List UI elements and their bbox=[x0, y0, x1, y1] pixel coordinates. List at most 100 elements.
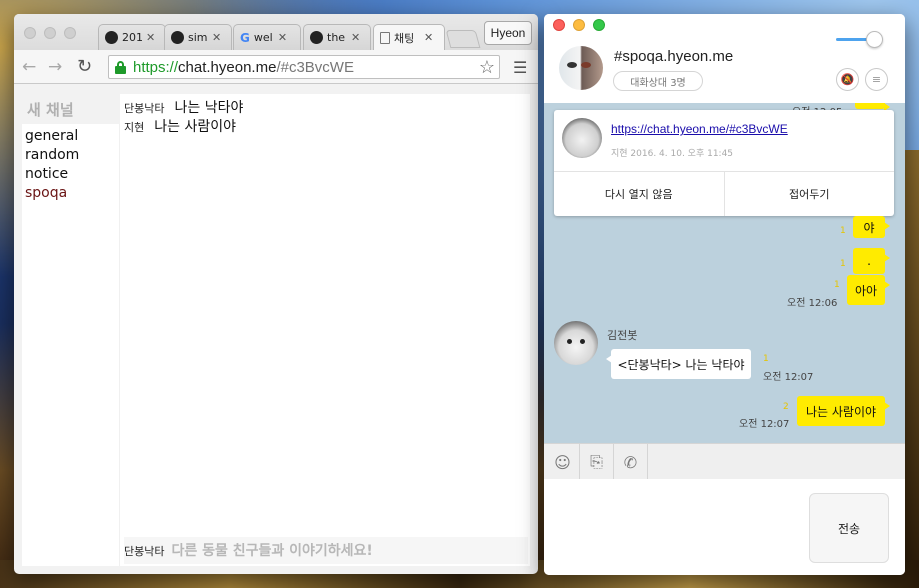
channel-item-general[interactable]: general bbox=[25, 127, 79, 146]
browser-window: 201 ✕ sim ✕ G wel ✕ the ✕ 채팅 ✕ Hyeon ← →… bbox=[14, 14, 538, 574]
google-icon: G bbox=[240, 30, 250, 45]
maximize-window-button[interactable] bbox=[64, 27, 76, 39]
chat-message-area: 오전 12:05 https://chat.hyeon.me/#c3BvcWE … bbox=[544, 103, 905, 443]
close-icon[interactable]: ✕ bbox=[424, 31, 433, 44]
chat-web-page: 새 채널 general random notice spoqa 단봉낙타 나는… bbox=[22, 94, 530, 566]
my-message-bubble: 야 bbox=[853, 216, 890, 238]
browser-tab[interactable]: 201 ✕ bbox=[98, 24, 166, 50]
sender-name: 김전봇 bbox=[607, 329, 638, 342]
document-icon bbox=[380, 31, 390, 44]
url-scheme: https:// bbox=[133, 58, 179, 76]
room-name: #spoqa.hyeon.me bbox=[614, 48, 734, 65]
github-icon bbox=[171, 31, 184, 44]
message-text: 나는 낙타야 bbox=[174, 100, 244, 116]
hamburger-menu-icon[interactable]: ☰ bbox=[513, 58, 527, 77]
my-message-bubble: 나는 사람이야 bbox=[797, 396, 890, 426]
volume-slider[interactable] bbox=[836, 31, 888, 48]
message-author: 단봉낙타 bbox=[124, 102, 165, 115]
maximize-window-button[interactable] bbox=[593, 19, 605, 31]
phone-icon[interactable]: ✆ bbox=[614, 444, 648, 480]
unread-count: 1 bbox=[840, 259, 846, 269]
dont-show-again-button[interactable]: 다시 열지 않음 bbox=[554, 172, 724, 216]
url-path: /#c3BvcWE bbox=[276, 58, 354, 76]
composer-nickname: 단봉낙타 bbox=[124, 544, 165, 558]
close-window-button[interactable] bbox=[24, 27, 36, 39]
chat-app-window: #spoqa.hyeon.me 대화상대 3명 🔕 ≡ 오전 12:05 htt… bbox=[544, 14, 905, 575]
message-input[interactable] bbox=[171, 542, 502, 559]
volume-knob[interactable] bbox=[866, 31, 883, 48]
address-bar[interactable]: https:// chat.hyeon.me /#c3BvcWE ☆ bbox=[108, 55, 500, 79]
tab-title: sim bbox=[188, 31, 208, 44]
collapse-button[interactable]: 접어두기 bbox=[723, 172, 895, 216]
message-timestamp: 오전 12:07 bbox=[763, 372, 814, 383]
message-row: 단봉낙타 나는 낙타야 bbox=[124, 97, 524, 116]
new-channel-button[interactable]: 새 채널 bbox=[22, 94, 120, 124]
other-message-bubble: <단봉낙타> 나는 낙타야 bbox=[606, 349, 751, 379]
chat-message-input[interactable] bbox=[552, 487, 802, 567]
channel-list: general random notice spoqa bbox=[25, 127, 79, 203]
channel-item-notice[interactable]: notice bbox=[25, 165, 79, 184]
close-icon[interactable]: ✕ bbox=[212, 31, 221, 44]
message-composer: 단봉낙타 bbox=[124, 537, 528, 564]
tab-title: 채팅 bbox=[394, 31, 415, 45]
tab-strip: 201 ✕ sim ✕ G wel ✕ the ✕ 채팅 ✕ Hyeon bbox=[14, 14, 538, 50]
tab-title: the bbox=[327, 31, 346, 44]
reload-icon[interactable]: ↻ bbox=[77, 57, 92, 77]
message-author: 지현 bbox=[124, 121, 145, 134]
browser-tab-active[interactable]: 채팅 ✕ bbox=[373, 24, 445, 50]
tab-title: wel bbox=[253, 31, 273, 44]
my-message-bubble bbox=[855, 103, 890, 111]
my-message-bubble: . bbox=[853, 248, 890, 274]
unread-count: 2 bbox=[783, 402, 789, 412]
emoji-icon[interactable]: ☺ bbox=[546, 444, 580, 480]
lock-icon bbox=[115, 60, 126, 74]
menu-icon[interactable]: ≡ bbox=[865, 68, 888, 91]
new-tab-button[interactable] bbox=[445, 30, 481, 48]
chat-input-area: 전송 bbox=[544, 479, 905, 575]
minimize-window-button[interactable] bbox=[573, 19, 585, 31]
github-icon bbox=[310, 31, 323, 44]
tab-title: 201 bbox=[122, 31, 142, 44]
message-row: 지현 나는 사람이야 bbox=[124, 116, 524, 135]
bookmark-star-icon[interactable]: ☆ bbox=[479, 57, 495, 78]
message-text: 나는 사람이야 bbox=[154, 119, 236, 135]
back-arrow-icon[interactable]: ← bbox=[22, 57, 36, 77]
unread-count: 1 bbox=[834, 280, 840, 290]
unread-count: 1 bbox=[763, 354, 769, 364]
channel-item-spoqa[interactable]: spoqa bbox=[25, 184, 79, 203]
close-icon[interactable]: ✕ bbox=[146, 31, 155, 44]
link-card-actions: 다시 열지 않음 접어두기 bbox=[554, 171, 894, 216]
unread-count: 1 bbox=[840, 226, 846, 236]
browser-toolbar: ← → ↻ https:// chat.hyeon.me /#c3BvcWE ☆… bbox=[14, 50, 538, 84]
message-timestamp: 오전 12:07 bbox=[739, 419, 790, 430]
github-icon bbox=[105, 31, 118, 44]
link-preview-card: https://chat.hyeon.me/#c3BvcWE 지현 2016. … bbox=[554, 110, 894, 216]
link-url[interactable]: https://chat.hyeon.me/#c3BvcWE bbox=[611, 122, 788, 136]
member-count-button[interactable]: 대화상대 3명 bbox=[613, 71, 703, 91]
attachment-icon[interactable]: ⎘ bbox=[580, 444, 614, 480]
my-message-bubble: 아아 bbox=[847, 275, 890, 305]
close-icon[interactable]: ✕ bbox=[351, 31, 360, 44]
link-meta: 지현 2016. 4. 10. 오후 11:45 bbox=[611, 149, 734, 159]
mute-notification-icon[interactable]: 🔕 bbox=[836, 68, 859, 91]
channel-item-random[interactable]: random bbox=[25, 146, 79, 165]
url-host: chat.hyeon.me bbox=[178, 58, 277, 76]
channel-sidebar: 새 채널 general random notice spoqa bbox=[22, 94, 120, 566]
close-icon[interactable]: ✕ bbox=[278, 31, 287, 44]
close-window-button[interactable] bbox=[553, 19, 565, 31]
room-avatar bbox=[559, 46, 603, 90]
browser-tab[interactable]: the ✕ bbox=[303, 24, 371, 50]
link-thumbnail bbox=[562, 118, 602, 158]
send-button[interactable]: 전송 bbox=[809, 493, 889, 563]
minimize-window-button[interactable] bbox=[44, 27, 56, 39]
message-timestamp: 오전 12:06 bbox=[787, 298, 838, 309]
forward-arrow-icon[interactable]: → bbox=[48, 57, 62, 77]
chat-toolbar: ☺ ⎘ ✆ bbox=[544, 443, 905, 480]
bot-avatar bbox=[554, 321, 598, 365]
desktop-wallpaper-detail bbox=[905, 150, 919, 588]
profile-button[interactable]: Hyeon bbox=[484, 21, 532, 45]
browser-tab[interactable]: G wel ✕ bbox=[233, 24, 301, 50]
message-list: 단봉낙타 나는 낙타야 지현 나는 사람이야 bbox=[124, 97, 524, 135]
browser-tab[interactable]: sim ✕ bbox=[164, 24, 232, 50]
chat-header: #spoqa.hyeon.me 대화상대 3명 🔕 ≡ bbox=[544, 14, 905, 103]
